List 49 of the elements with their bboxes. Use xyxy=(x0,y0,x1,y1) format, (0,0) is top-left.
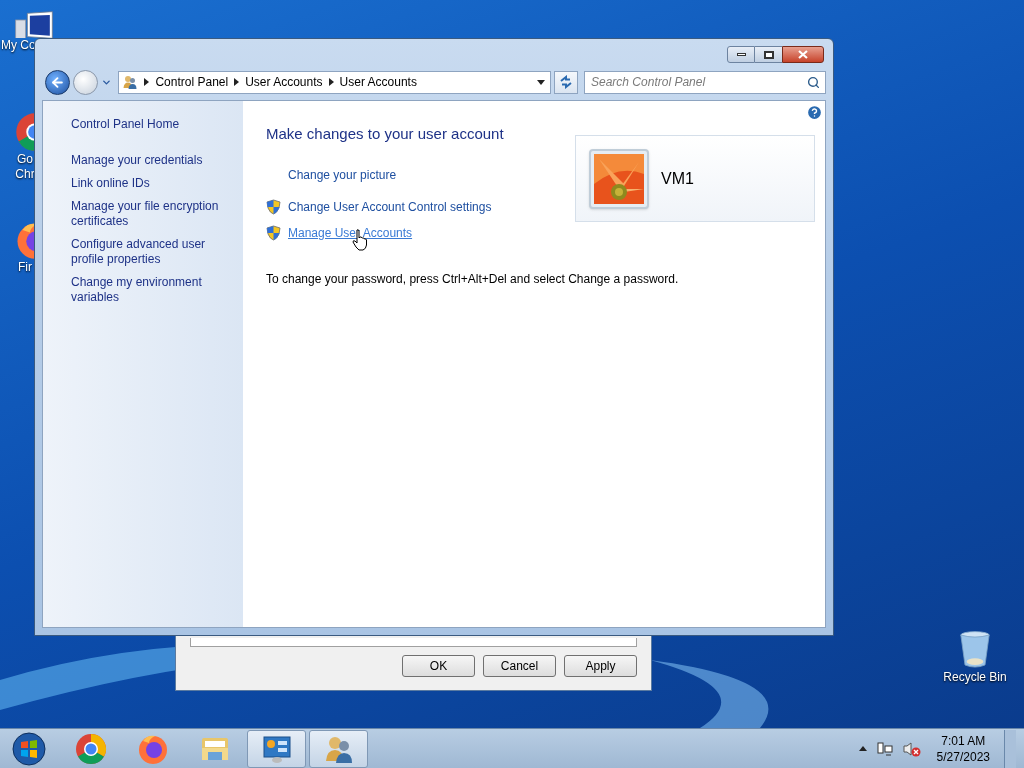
network-icon[interactable] xyxy=(876,740,893,757)
sidebar-link[interactable]: Link online IDs xyxy=(71,176,235,191)
icon-label: My Co xyxy=(1,38,36,53)
search-icon[interactable] xyxy=(807,75,820,89)
users-icon[interactable] xyxy=(122,74,139,90)
breadcrumb-arrow-icon[interactable] xyxy=(234,78,240,86)
sidebar-link[interactable]: Control Panel Home xyxy=(71,117,235,132)
dialog-button[interactable]: OK xyxy=(402,655,475,677)
show-hidden-icons-icon[interactable] xyxy=(858,746,867,751)
icon-label: Go xyxy=(17,152,33,167)
password-note: To change your password, press Ctrl+Alt+Del and select Change a password. xyxy=(266,270,680,288)
breadcrumb-item[interactable]: Control Panel xyxy=(155,73,229,91)
taskbar-button[interactable] xyxy=(309,729,368,768)
chrome-icon[interactable] xyxy=(74,732,107,765)
breadcrumb-item[interactable]: User Accounts xyxy=(339,73,417,91)
search-field[interactable]: Search Control Panel xyxy=(584,70,826,94)
back-icon xyxy=(49,74,65,90)
windows-orb-icon xyxy=(12,731,46,766)
breadcrumb-arrow-icon[interactable] xyxy=(144,78,150,86)
sidebar-link[interactable]: Manage your file encryption certificates xyxy=(71,199,235,229)
icon-label: Fir xyxy=(18,260,32,275)
clock-date[interactable]: 5/27/2023 xyxy=(936,748,990,765)
close-button[interactable] xyxy=(782,46,824,63)
dialog-button[interactable]: Cancel xyxy=(483,655,556,677)
dialog-button[interactable]: Apply xyxy=(564,655,637,677)
task-link[interactable]: Change User Account Control settings xyxy=(288,197,492,216)
address-bar[interactable]: Control Panel User Accounts User Accounts xyxy=(118,70,552,94)
sidebar-link[interactable]: Change my environment variables xyxy=(71,275,235,305)
breadcrumb-item[interactable]: User Accounts xyxy=(245,73,323,91)
muted-speaker-icon[interactable] xyxy=(902,740,921,757)
close-icon xyxy=(798,50,808,59)
help-icon[interactable] xyxy=(806,104,823,121)
refresh-icon xyxy=(559,75,574,89)
maximize-button[interactable] xyxy=(755,46,782,63)
clock-time[interactable]: 7:01 AM xyxy=(941,732,986,749)
task-link[interactable]: Change your picture xyxy=(288,165,397,184)
taskbar-button[interactable] xyxy=(247,729,306,768)
page-heading: Make changes to your user account xyxy=(266,124,504,144)
back-button[interactable] xyxy=(45,69,70,95)
icon-label: Chr xyxy=(15,167,35,182)
sidebar-link[interactable]: Manage your credentials xyxy=(71,153,235,168)
account-name: VM1 xyxy=(661,168,694,189)
sidebar-link[interactable]: Configure advanced user profile properties xyxy=(71,237,235,267)
icon-label: Recycle Bin xyxy=(943,670,1007,685)
minimize-button[interactable] xyxy=(727,46,755,63)
breadcrumb-arrow-icon[interactable] xyxy=(328,78,334,86)
dropdown-arrow-icon[interactable] xyxy=(537,79,546,85)
refresh-button[interactable] xyxy=(554,70,578,94)
text-area[interactable] xyxy=(190,638,637,647)
